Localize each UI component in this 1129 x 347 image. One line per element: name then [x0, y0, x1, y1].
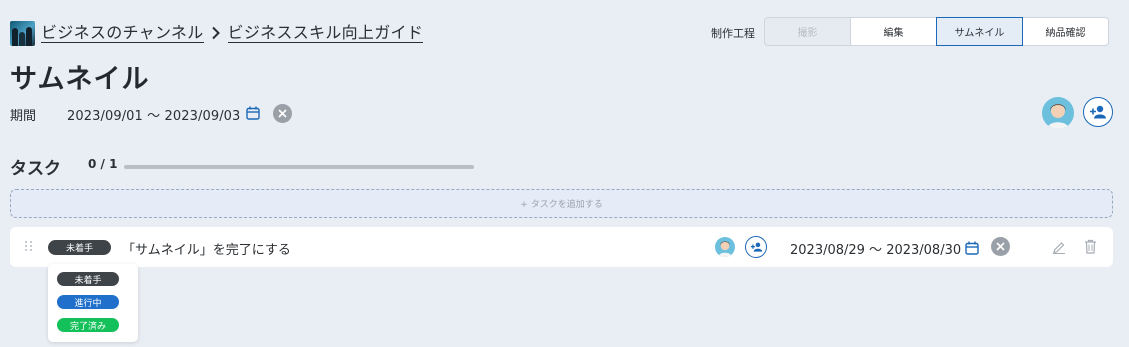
task-dates: 2023/08/29 〜 2023/08/30: [790, 243, 962, 258]
status-option-completed[interactable]: 完了済み: [57, 318, 119, 332]
status-option-not-started[interactable]: 未着手: [57, 272, 119, 286]
breadcrumb-project-link[interactable]: ビジネススキル向上ガイド: [227, 23, 424, 43]
task-status-badge[interactable]: 未着手: [48, 240, 111, 255]
stage-switcher: 撮影 編集 サムネイル 納品確認: [764, 17, 1109, 46]
channel-logo-icon: [10, 20, 35, 46]
stage-tab-thumbnail[interactable]: サムネイル: [936, 17, 1023, 46]
stage-tab-delivery[interactable]: 納品確認: [1022, 17, 1109, 46]
drag-handle-icon[interactable]: [25, 241, 33, 251]
stages-label: 制作工程: [711, 27, 755, 40]
chevron-right-icon: [204, 26, 228, 40]
period-label: 期間: [10, 109, 37, 124]
add-user-icon[interactable]: [1083, 97, 1113, 127]
status-option-in-progress[interactable]: 進行中: [57, 295, 119, 309]
task-calendar-icon[interactable]: [964, 240, 979, 255]
task-add-user-icon[interactable]: [745, 236, 767, 258]
breadcrumb: ビジネスのチャンネル ビジネススキル向上ガイド: [10, 20, 424, 46]
period-clear-icon[interactable]: [273, 104, 292, 123]
page-title: サムネイル: [10, 64, 150, 95]
period-calendar-icon[interactable]: [245, 105, 260, 120]
edit-icon[interactable]: [1051, 239, 1067, 255]
tasks-heading: タスク: [10, 159, 61, 179]
task-row: 未着手 「サムネイル」を完了にする 2023/08/29 〜 2023/08/3…: [10, 227, 1113, 267]
task-name[interactable]: 「サムネイル」を完了にする: [122, 239, 291, 258]
status-dropdown-menu: 未着手 進行中 完了済み: [48, 264, 138, 342]
stage-tab-editing[interactable]: 編集: [850, 17, 937, 46]
breadcrumb-channel-link[interactable]: ビジネスのチャンネル: [41, 23, 204, 43]
tasks-progress-bar: [124, 165, 474, 169]
add-task-button[interactable]: + タスクを追加する: [10, 189, 1113, 218]
task-date-clear-icon[interactable]: [991, 237, 1010, 256]
tasks-count: 0 / 1: [88, 157, 118, 171]
assignee-avatar[interactable]: [1042, 97, 1074, 129]
trash-icon[interactable]: [1082, 238, 1098, 255]
task-assignee-avatar[interactable]: [715, 237, 735, 257]
period-value: 2023/09/01 〜 2023/09/03: [67, 109, 241, 124]
stage-tab-shooting[interactable]: 撮影: [764, 17, 851, 46]
